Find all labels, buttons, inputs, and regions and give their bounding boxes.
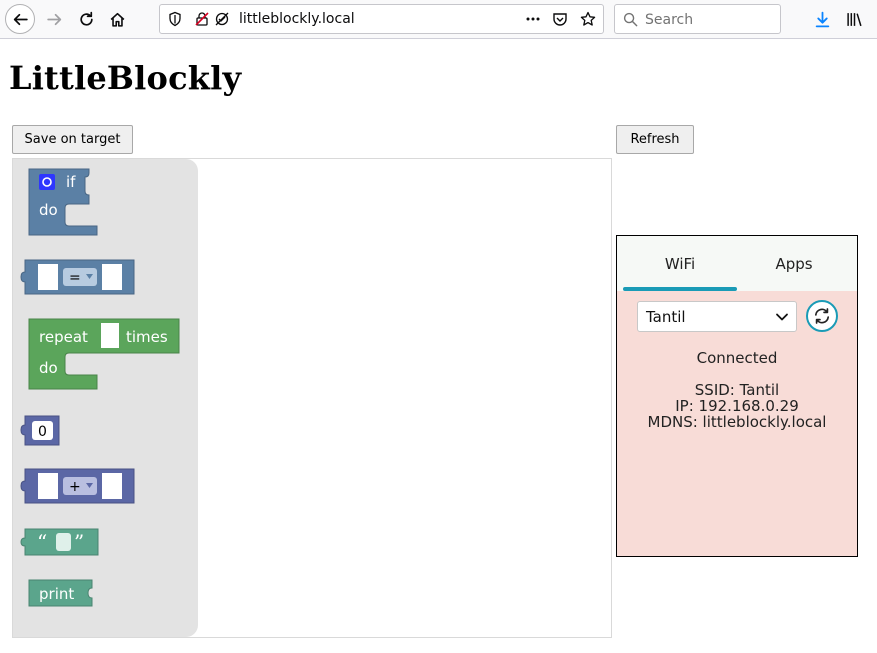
text-input-field[interactable] bbox=[56, 533, 71, 551]
print-block[interactable]: print bbox=[28, 579, 93, 607]
library-icon bbox=[846, 12, 862, 26]
sync-icon bbox=[814, 308, 830, 324]
home-icon bbox=[110, 12, 124, 27]
repeat-label: repeat bbox=[39, 328, 88, 346]
permissions-icon[interactable] bbox=[214, 11, 230, 27]
library-button[interactable] bbox=[839, 4, 869, 34]
network-select-value: Tantil bbox=[646, 307, 686, 326]
open-quote: “ bbox=[37, 530, 47, 554]
repeat-block[interactable]: repeat times do bbox=[28, 318, 180, 390]
tab-wifi[interactable]: WiFi bbox=[623, 236, 737, 291]
arithmetic-block[interactable]: + bbox=[20, 468, 135, 504]
gear-icon[interactable] bbox=[39, 174, 55, 190]
text-block[interactable]: “ ” bbox=[20, 528, 99, 556]
mdns-text: MDNS: littleblockly.local bbox=[647, 413, 827, 431]
number-block[interactable]: 0 bbox=[20, 415, 60, 446]
search-placeholder: Search bbox=[645, 12, 694, 28]
shield-icon[interactable] bbox=[167, 11, 183, 27]
download-icon bbox=[815, 11, 829, 27]
search-bar[interactable]: Search bbox=[614, 4, 781, 34]
network-select[interactable]: Tantil bbox=[637, 301, 797, 332]
save-on-target-button[interactable]: Save on target bbox=[12, 125, 133, 154]
page-title: LittleBlockly bbox=[9, 59, 242, 97]
refresh-button[interactable]: Refresh bbox=[616, 125, 694, 154]
reload-icon bbox=[79, 11, 93, 26]
back-button[interactable] bbox=[5, 4, 35, 34]
chevron-down-icon bbox=[776, 313, 788, 321]
search-icon bbox=[623, 12, 638, 27]
number-value[interactable]: 0 bbox=[38, 424, 47, 440]
url-bar[interactable]: littleblockly.local bbox=[159, 4, 604, 34]
browser-toolbar: littleblockly.local Search bbox=[0, 0, 877, 39]
insecure-lock-icon[interactable] bbox=[194, 11, 210, 27]
compare-operator: = bbox=[69, 270, 81, 286]
connection-status: Connected bbox=[696, 349, 778, 367]
block-palette: if do = repeat times do 0 + “ ” print bbox=[20, 168, 180, 607]
active-tab-indicator bbox=[623, 287, 737, 291]
arithmetic-operator: + bbox=[69, 479, 81, 495]
tab-apps[interactable]: Apps bbox=[737, 236, 851, 291]
close-quote: ” bbox=[74, 530, 84, 554]
url-text[interactable]: littleblockly.local bbox=[239, 11, 355, 27]
times-label: times bbox=[126, 328, 168, 346]
repeat-do-label: do bbox=[39, 359, 58, 377]
panel-tabs: WiFi Apps bbox=[617, 236, 857, 291]
arrow-left-icon bbox=[13, 13, 28, 25]
arrow-right-icon bbox=[46, 13, 61, 25]
pocket-icon[interactable] bbox=[552, 11, 568, 27]
if-label: if bbox=[66, 173, 76, 191]
if-block[interactable]: if do bbox=[28, 168, 98, 236]
bookmark-star-icon[interactable] bbox=[580, 11, 596, 27]
connection-panel: WiFi Apps Tantil Connected SSID: Tantil … bbox=[616, 235, 858, 557]
do-label: do bbox=[39, 201, 58, 219]
forward-button[interactable] bbox=[39, 4, 69, 34]
compare-block[interactable]: = bbox=[20, 259, 135, 295]
reload-button[interactable] bbox=[71, 4, 101, 34]
downloads-button[interactable] bbox=[807, 4, 837, 34]
more-actions-icon[interactable] bbox=[525, 11, 541, 27]
print-label: print bbox=[39, 585, 74, 603]
home-button[interactable] bbox=[102, 4, 132, 34]
refresh-networks-button[interactable] bbox=[806, 300, 838, 332]
blockly-workspace[interactable]: if do = repeat times do 0 + “ ” print bbox=[12, 158, 612, 638]
